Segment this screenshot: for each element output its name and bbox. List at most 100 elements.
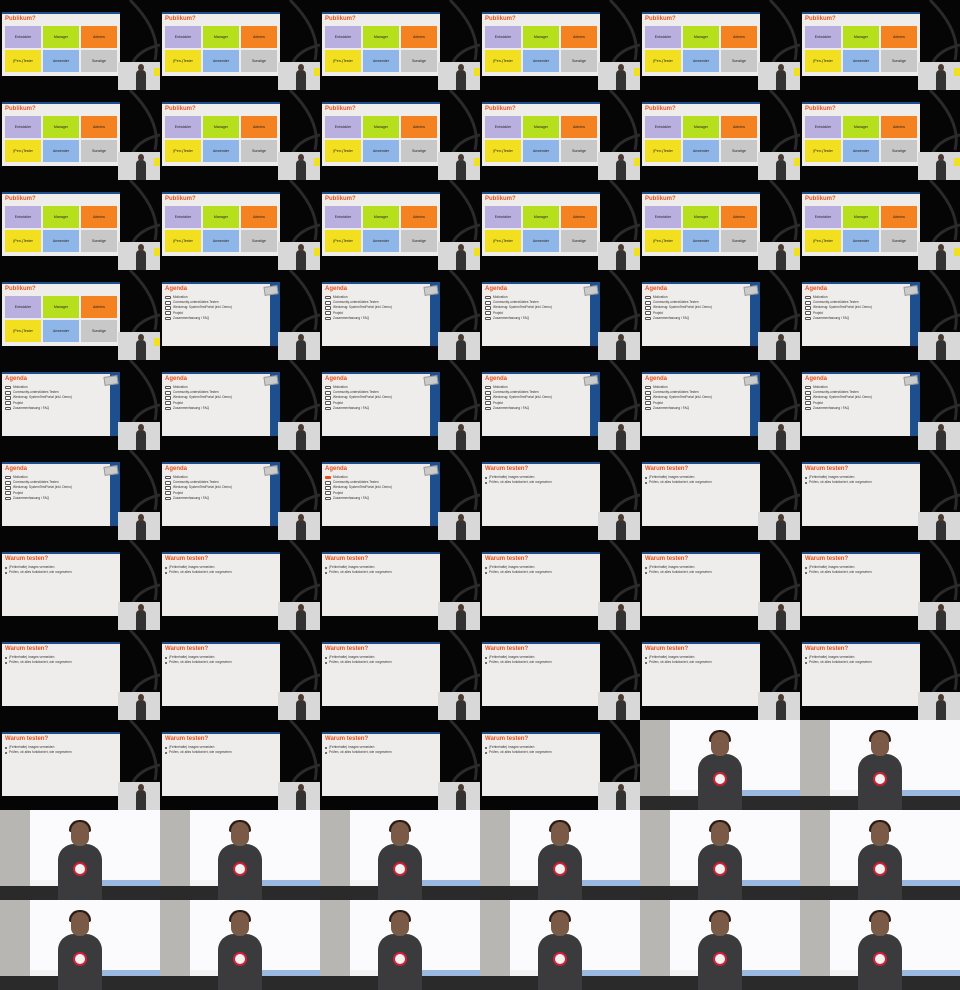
- video-frame[interactable]: Warum testen? (Fehlerhafte) Images vermei…: [640, 630, 800, 720]
- video-frame[interactable]: Publikum? Entwickler Manager Admins (Pen-)Te…: [320, 90, 480, 180]
- video-frame[interactable]: Agenda Motivation Community-unterstütztes …: [480, 270, 640, 360]
- bullet-icon: [485, 656, 487, 659]
- video-frame[interactable]: Agenda Motivation Community-unterstütztes …: [320, 450, 480, 540]
- speaker-body: [456, 790, 466, 810]
- video-frame[interactable]: Warum testen? (Fehlerhafte) Images vermei…: [0, 630, 160, 720]
- paper-icon: [103, 465, 119, 476]
- bullet-list: (Fehlerhafte) Images vermeiden Prüfen, ob…: [325, 655, 392, 665]
- video-frame[interactable]: Publikum? Entwickler Manager Admins (Pen-)Te…: [0, 0, 160, 90]
- video-frame[interactable]: Warum testen? (Fehlerhafte) Images vermei…: [160, 720, 320, 810]
- video-frame[interactable]: Publikum? Entwickler Manager Admins (Pen-)Te…: [320, 180, 480, 270]
- speaker-head: [458, 514, 464, 521]
- video-frame[interactable]: [320, 810, 480, 900]
- video-frame[interactable]: Publikum? Entwickler Manager Admins (Pen-)Te…: [640, 90, 800, 180]
- video-frame[interactable]: Warum testen? (Fehlerhafte) Images vermei…: [480, 630, 640, 720]
- checkbox-icon: [325, 491, 331, 495]
- slide-title: Publikum?: [485, 196, 516, 202]
- slide: Warum testen? (Fehlerhafte) Images vermei…: [642, 462, 760, 526]
- video-frame[interactable]: Publikum? Entwickler Manager Admins (Pen-)Te…: [0, 90, 160, 180]
- video-frame[interactable]: [800, 810, 960, 900]
- video-frame[interactable]: [0, 810, 160, 900]
- speaker-camera-inset: [438, 782, 480, 810]
- slide-title: Publikum?: [645, 106, 676, 112]
- speaker-camera-inset: [758, 422, 800, 450]
- audience-tile: Entwickler: [645, 26, 681, 48]
- video-frame[interactable]: [480, 810, 640, 900]
- video-frame[interactable]: Publikum? Entwickler Manager Admins (Pen-)Te…: [480, 90, 640, 180]
- video-frame[interactable]: Publikum? Entwickler Manager Admins (Pen-)Te…: [0, 270, 160, 360]
- video-frame[interactable]: Warum testen? (Fehlerhafte) Images vermei…: [800, 450, 960, 540]
- paper-icon: [743, 375, 759, 386]
- video-frame[interactable]: Agenda Motivation Community-unterstütztes …: [640, 360, 800, 450]
- video-frame[interactable]: [640, 900, 800, 990]
- video-frame[interactable]: Warum testen? (Fehlerhafte) Images vermei…: [800, 540, 960, 630]
- speaker-body: [456, 160, 466, 180]
- video-frame[interactable]: Warum testen? (Fehlerhafte) Images vermei…: [160, 540, 320, 630]
- audience-tiles: Entwickler Manager Admins (Pen-)Tester Anwen…: [325, 206, 437, 252]
- video-frame[interactable]: Agenda Motivation Community-unterstütztes …: [800, 270, 960, 360]
- slide: Warum testen? (Fehlerhafte) Images vermei…: [482, 552, 600, 616]
- video-frame[interactable]: [800, 900, 960, 990]
- video-frame[interactable]: Warum testen? (Fehlerhafte) Images vermei…: [640, 540, 800, 630]
- agenda-list: Motivation Community-unterstütztes Testen…: [805, 295, 872, 321]
- video-frame[interactable]: Warum testen? (Fehlerhafte) Images vermei…: [480, 450, 640, 540]
- video-frame[interactable]: Publikum? Entwickler Manager Admins (Pen-)Te…: [640, 0, 800, 90]
- video-frame[interactable]: [160, 810, 320, 900]
- speaker-head: [138, 64, 144, 71]
- video-frame[interactable]: Agenda Motivation Community-unterstütztes …: [640, 270, 800, 360]
- video-frame[interactable]: Publikum? Entwickler Manager Admins (Pen-)Te…: [800, 90, 960, 180]
- video-frame[interactable]: Warum testen? (Fehlerhafte) Images vermei…: [160, 630, 320, 720]
- video-frame[interactable]: Publikum? Entwickler Manager Admins (Pen-)Te…: [800, 180, 960, 270]
- audience-tiles: Entwickler Manager Admins (Pen-)Tester Anwen…: [5, 26, 117, 72]
- speaker-camera-inset: [758, 152, 800, 180]
- video-frame[interactable]: Publikum? Entwickler Manager Admins (Pen-)Te…: [160, 0, 320, 90]
- video-frame[interactable]: Warum testen? (Fehlerhafte) Images vermei…: [480, 720, 640, 810]
- video-frame[interactable]: [480, 900, 640, 990]
- video-frame[interactable]: Warum testen? (Fehlerhafte) Images vermei…: [320, 630, 480, 720]
- video-frame[interactable]: Warum testen? (Fehlerhafte) Images vermei…: [480, 540, 640, 630]
- audience-tile: Anwender: [363, 140, 399, 162]
- speaker-face: [711, 822, 729, 846]
- video-frame[interactable]: Warum testen? (Fehlerhafte) Images vermei…: [640, 450, 800, 540]
- audience-tile: Sonstige: [241, 140, 277, 162]
- video-frame[interactable]: Publikum? Entwickler Manager Admins (Pen-)Te…: [160, 90, 320, 180]
- video-frame[interactable]: Publikum? Entwickler Manager Admins (Pen-)Te…: [480, 0, 640, 90]
- agenda-item-label: Zusammenfassung / FAQ: [813, 315, 850, 320]
- video-frame[interactable]: Agenda Motivation Community-unterstütztes …: [480, 360, 640, 450]
- audience-tile: Anwender: [43, 50, 79, 72]
- video-frame[interactable]: [640, 720, 800, 810]
- video-frame[interactable]: Agenda Motivation Community-unterstütztes …: [320, 270, 480, 360]
- audience-tile: Admins: [401, 26, 437, 48]
- video-frame[interactable]: Publikum? Entwickler Manager Admins (Pen-)Te…: [0, 180, 160, 270]
- slide-title: Warum testen?: [5, 736, 49, 742]
- audience-tiles: Entwickler Manager Admins (Pen-)Tester Anwen…: [805, 116, 917, 162]
- video-frame[interactable]: [800, 720, 960, 810]
- video-frame[interactable]: Publikum? Entwickler Manager Admins (Pen-)Te…: [480, 180, 640, 270]
- bullet-icon: [5, 746, 7, 749]
- video-frame[interactable]: Publikum? Entwickler Manager Admins (Pen-)Te…: [320, 0, 480, 90]
- video-frame[interactable]: Agenda Motivation Community-unterstütztes …: [320, 360, 480, 450]
- video-frame[interactable]: Warum testen? (Fehlerhafte) Images vermei…: [0, 540, 160, 630]
- video-frame[interactable]: Agenda Motivation Community-unterstütztes …: [0, 450, 160, 540]
- speaker-face: [551, 822, 569, 846]
- video-frame[interactable]: Agenda Motivation Community-unterstütztes …: [160, 450, 320, 540]
- video-frame[interactable]: Agenda Motivation Community-unterstütztes …: [0, 360, 160, 450]
- video-frame[interactable]: [320, 900, 480, 990]
- video-frame[interactable]: [640, 810, 800, 900]
- video-frame[interactable]: Warum testen? (Fehlerhafte) Images vermei…: [0, 720, 160, 810]
- video-frame[interactable]: Publikum? Entwickler Manager Admins (Pen-)Te…: [800, 0, 960, 90]
- video-frame[interactable]: [160, 900, 320, 990]
- video-frame[interactable]: Agenda Motivation Community-unterstütztes …: [160, 270, 320, 360]
- video-frame[interactable]: Agenda Motivation Community-unterstütztes …: [160, 360, 320, 450]
- speaker-body: [296, 610, 306, 630]
- speaker-body: [136, 160, 146, 180]
- video-frame[interactable]: Warum testen? (Fehlerhafte) Images vermei…: [320, 540, 480, 630]
- slide-title: Publikum?: [165, 196, 196, 202]
- video-frame[interactable]: Publikum? Entwickler Manager Admins (Pen-)Te…: [640, 180, 800, 270]
- slide: Publikum? Entwickler Manager Admins (Pen-)Te…: [802, 12, 920, 76]
- video-frame[interactable]: Agenda Motivation Community-unterstütztes …: [800, 360, 960, 450]
- video-frame[interactable]: Warum testen? (Fehlerhafte) Images vermei…: [320, 720, 480, 810]
- video-frame[interactable]: Warum testen? (Fehlerhafte) Images vermei…: [800, 630, 960, 720]
- video-frame[interactable]: Publikum? Entwickler Manager Admins (Pen-)Te…: [160, 180, 320, 270]
- video-frame[interactable]: [0, 900, 160, 990]
